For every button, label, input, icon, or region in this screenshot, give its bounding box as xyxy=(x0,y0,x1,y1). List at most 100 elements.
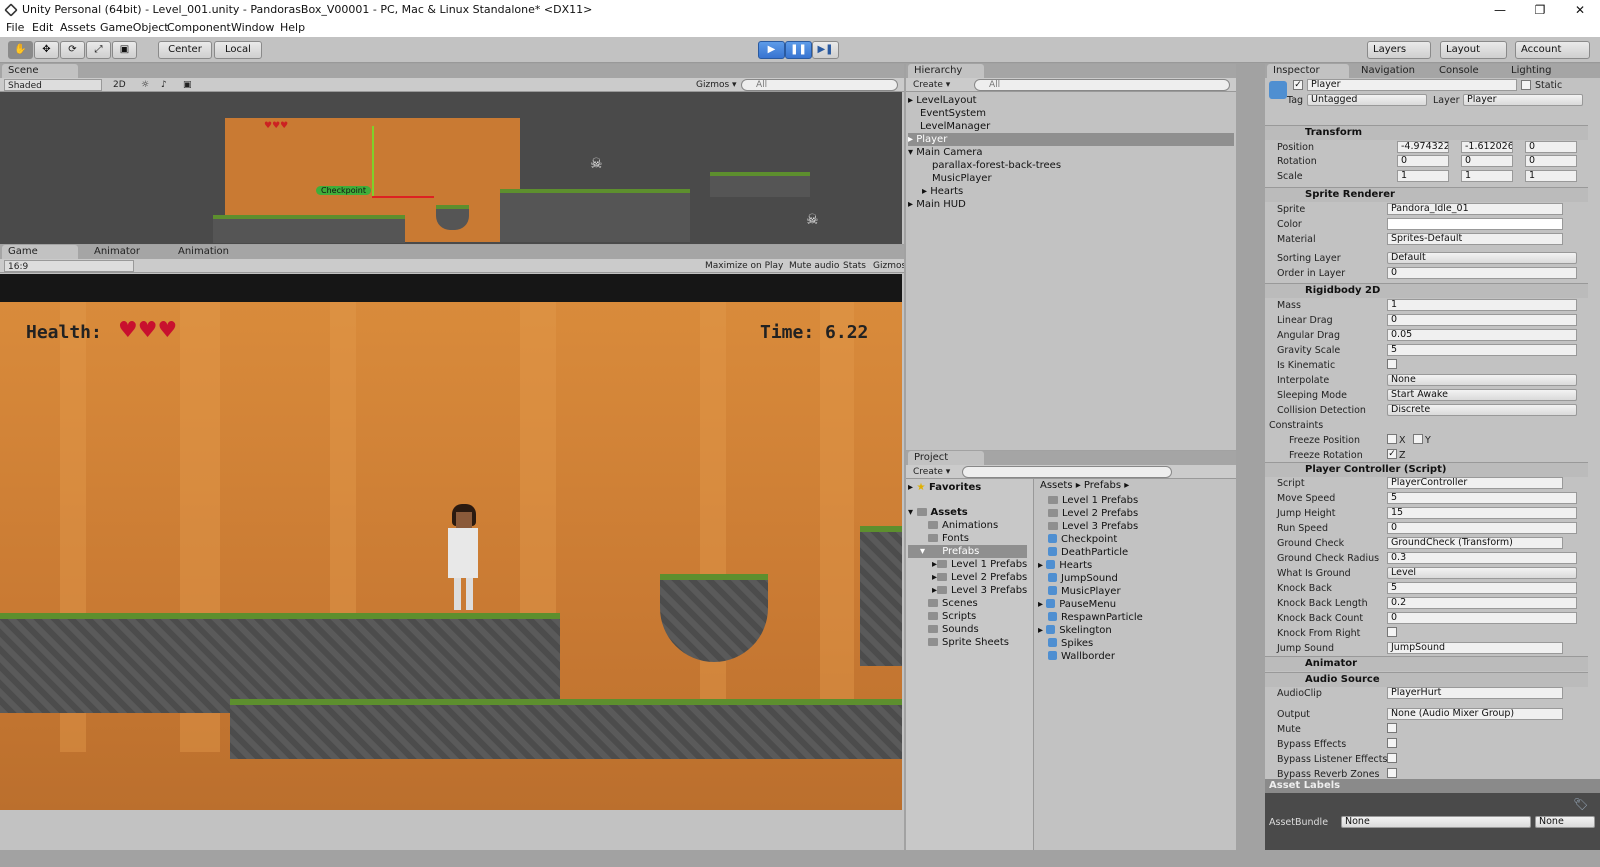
mute-audio-toggle[interactable]: Mute audio xyxy=(786,260,842,272)
list-item[interactable]: ▸ Hearts xyxy=(908,185,1234,198)
shading-dropdown[interactable]: Shaded xyxy=(4,79,102,91)
rect-tool-icon[interactable]: ▣ xyxy=(112,41,137,59)
run-speed-field[interactable]: 0 xyxy=(1387,522,1577,534)
sprite-field[interactable]: Pandora_Idle_01 xyxy=(1387,203,1563,215)
list-item[interactable]: RespawnParticle xyxy=(1038,611,1143,624)
interpolate-dropdown[interactable]: None xyxy=(1387,374,1577,386)
freeze-position-x-checkbox[interactable] xyxy=(1387,434,1397,444)
scale-x-field[interactable]: 1 xyxy=(1397,170,1449,182)
rigidbody-header[interactable]: Rigidbody 2D xyxy=(1265,283,1588,298)
position-x-field[interactable]: -4.974322 xyxy=(1397,141,1449,153)
list-item[interactable]: Checkpoint xyxy=(1038,533,1143,546)
stats-toggle[interactable]: Stats xyxy=(840,260,869,272)
menu-edit[interactable]: Edit xyxy=(32,21,53,34)
move-gizmo-x-axis[interactable] xyxy=(372,196,434,198)
rotation-x-field[interactable]: 0 xyxy=(1397,155,1449,167)
constraints-label[interactable]: Constraints xyxy=(1269,420,1323,431)
tab-inspector[interactable]: Inspector xyxy=(1267,64,1349,78)
list-item[interactable]: Level 2 Prefabs xyxy=(1038,507,1143,520)
transform-header[interactable]: Transform xyxy=(1265,125,1588,140)
audio-icon[interactable]: ♪ xyxy=(158,79,170,91)
asset-labels-header[interactable]: Asset Labels xyxy=(1265,779,1600,793)
list-item[interactable]: ▸ Hearts xyxy=(1038,559,1143,572)
tab-navigation[interactable]: Navigation xyxy=(1355,64,1421,78)
knock-from-right-checkbox[interactable] xyxy=(1387,627,1397,637)
output-field[interactable]: None (Audio Mixer Group) xyxy=(1387,708,1563,720)
hierarchy-search-input[interactable]: All xyxy=(974,79,1230,91)
order-in-layer-field[interactable]: 0 xyxy=(1387,267,1577,279)
linear-drag-field[interactable]: 0 xyxy=(1387,314,1577,326)
scene-viewport[interactable]: ♥♥♥ Checkpoint ☠ ☠ xyxy=(0,92,902,244)
maximize-on-play-toggle[interactable]: Maximize on Play xyxy=(702,260,786,272)
menu-assets[interactable]: Assets xyxy=(60,21,96,34)
tab-animation[interactable]: Animation xyxy=(172,245,235,259)
game-viewport[interactable]: Health: ♥♥♥ Time: 6.22 xyxy=(0,274,902,810)
bypass-reverb-zones-checkbox[interactable] xyxy=(1387,768,1397,778)
sprite-renderer-header[interactable]: Sprite Renderer xyxy=(1265,187,1588,202)
menu-file[interactable]: File xyxy=(6,21,24,34)
mass-field[interactable]: 1 xyxy=(1387,299,1577,311)
layout-dropdown[interactable]: Layout xyxy=(1440,41,1507,59)
move-tool-icon[interactable]: ✥ xyxy=(34,41,59,59)
color-field[interactable] xyxy=(1387,218,1563,230)
script-field[interactable]: PlayerController xyxy=(1387,477,1563,489)
layers-dropdown[interactable]: Layers xyxy=(1367,41,1431,59)
list-item[interactable]: ▸ Level 3 Prefabs xyxy=(908,584,1027,597)
hand-tool-icon[interactable]: ✋ xyxy=(8,41,33,59)
menu-component[interactable]: Component xyxy=(167,21,231,34)
angular-drag-field[interactable]: 0.05 xyxy=(1387,329,1577,341)
list-item[interactable]: DeathParticle xyxy=(1038,546,1143,559)
list-item[interactable]: Animations xyxy=(908,519,1027,532)
scene-gizmos-dropdown[interactable]: Gizmos ▾ xyxy=(693,79,740,91)
jump-sound-field[interactable]: JumpSound xyxy=(1387,642,1563,654)
list-item[interactable]: Fonts xyxy=(908,532,1027,545)
scale-z-field[interactable]: 1 xyxy=(1525,170,1577,182)
player-controller-header[interactable]: Player Controller (Script) xyxy=(1265,462,1588,477)
list-item[interactable]: Sounds xyxy=(908,623,1027,636)
rotation-z-field[interactable]: 0 xyxy=(1525,155,1577,167)
assetbundle-dropdown[interactable]: None xyxy=(1341,816,1531,828)
list-item-selected[interactable]: ▸ Player xyxy=(908,133,1234,146)
list-item[interactable]: Wallborder xyxy=(1038,650,1143,663)
list-item[interactable]: Spikes xyxy=(1038,637,1143,650)
list-item[interactable]: LevelManager xyxy=(908,120,1234,133)
list-item[interactable]: Level 3 Prefabs xyxy=(1038,520,1143,533)
list-item[interactable]: MusicPlayer xyxy=(908,172,1234,185)
scale-y-field[interactable]: 1 xyxy=(1461,170,1513,182)
hierarchy-create-button[interactable]: Create ▾ xyxy=(910,79,953,91)
list-item[interactable]: ▸ Skelington xyxy=(1038,624,1143,637)
jump-height-field[interactable]: 15 xyxy=(1387,507,1577,519)
tab-animator[interactable]: Animator xyxy=(88,245,146,259)
move-speed-field[interactable]: 5 xyxy=(1387,492,1577,504)
2d-toggle[interactable]: 2D xyxy=(110,79,129,91)
tag-dropdown[interactable]: Untagged xyxy=(1307,94,1427,106)
project-search-input[interactable] xyxy=(962,466,1172,478)
bypass-effects-checkbox[interactable] xyxy=(1387,738,1397,748)
menu-help[interactable]: Help xyxy=(280,21,305,34)
rotation-y-field[interactable]: 0 xyxy=(1461,155,1513,167)
list-item-selected[interactable]: ▾ Prefabs xyxy=(908,545,1028,558)
audio-source-header[interactable]: Audio Source xyxy=(1265,672,1588,687)
gameobject-name-field[interactable]: Player xyxy=(1307,79,1517,91)
favorites-item[interactable]: ▸ ★ Favorites xyxy=(908,481,1027,494)
effects-icon[interactable]: ▣ xyxy=(180,79,195,91)
ground-check-field[interactable]: GroundCheck (Transform) xyxy=(1387,537,1563,549)
tab-console[interactable]: Console xyxy=(1433,64,1485,78)
active-checkbox[interactable]: ✓ xyxy=(1293,80,1303,90)
sorting-layer-dropdown[interactable]: Default xyxy=(1387,252,1577,264)
game-gizmos-dropdown[interactable]: Gizmos ▾ xyxy=(870,260,904,283)
tab-project[interactable]: Project xyxy=(908,451,984,465)
mute-checkbox[interactable] xyxy=(1387,723,1397,733)
pivot-center-button[interactable]: Center xyxy=(158,41,212,59)
knock-back-count-field[interactable]: 0 xyxy=(1387,612,1577,624)
tab-lighting[interactable]: Lighting xyxy=(1505,64,1557,78)
list-item[interactable]: JumpSound xyxy=(1038,572,1143,585)
bypass-listener-effects-checkbox[interactable] xyxy=(1387,753,1397,763)
tab-game[interactable]: Game xyxy=(2,245,78,259)
list-item[interactable]: Sprite Sheets xyxy=(908,636,1027,649)
material-field[interactable]: Sprites-Default xyxy=(1387,233,1563,245)
step-button[interactable]: ▶❚ xyxy=(812,41,839,59)
assets-item[interactable]: ▾ Assets xyxy=(908,506,1027,519)
static-checkbox[interactable] xyxy=(1521,80,1531,90)
list-item[interactable]: ▸ Level 1 Prefabs xyxy=(908,558,1027,571)
